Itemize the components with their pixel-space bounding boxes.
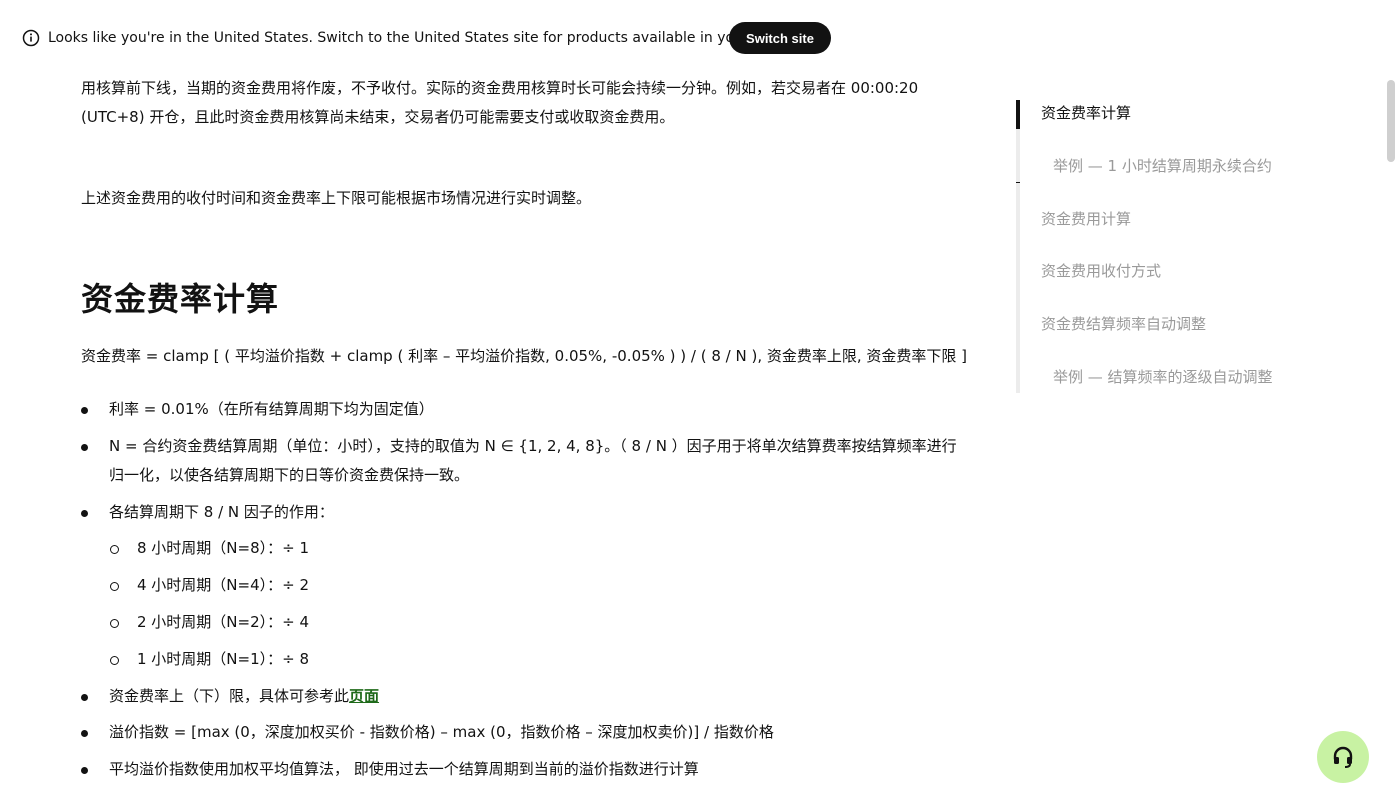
headset-icon [1333, 746, 1353, 768]
toc-item-example-1h[interactable]: 举例 — 1 小时结算周期永续合约 [1053, 153, 1272, 179]
table-of-contents: 资金费率计算 举例 — 1 小时结算周期永续合约 资金费用计算 资金费用收付方式… [1016, 100, 1316, 393]
list-item-text: 资金费率上（下）限，具体可参考此 [109, 687, 350, 705]
funding-rate-formula: 资金费率 = clamp [ ( 平均溢价指数 + clamp ( 利率 – 平… [81, 347, 968, 365]
list-item-factor: 各结算周期下 8 / N 因子的作用： [81, 498, 989, 527]
info-icon [22, 29, 40, 47]
toc-item-funding-fee-calc[interactable]: 资金费用计算 [1041, 206, 1131, 232]
section-heading: 资金费率计算 [81, 280, 280, 318]
rate-cap-page-link[interactable]: 页面 [349, 687, 379, 705]
paragraph-line: 用核算前下线，当期的资金费用将作废，不予收付。实际的资金费用核算时长可能会持续一… [81, 79, 919, 97]
paragraph-line: (UTC+8) 开仓，且此时资金费用核算尚未结束，交易者仍可能需要支付或收取资金… [81, 108, 675, 126]
region-banner: Looks like you're in the United States. … [0, 0, 1400, 76]
paragraph-settlement: 用核算前下线，当期的资金费用将作废，不予收付。实际的资金费用核算时长可能会持续一… [81, 74, 986, 132]
list-item-interest: 利率 = 0.01%（在所有结算周期下均为固定值） [81, 395, 989, 424]
list-item-average-premium: 平均溢价指数使用加权平均值算法， 即使用过去一个结算周期到当前的溢价指数进行计算 [81, 755, 989, 784]
sub-list-item: 1 小时周期（N=1）：÷ 8 [110, 645, 957, 674]
page-scrollbar[interactable] [1387, 80, 1395, 162]
list-item-rate-cap: 资金费率上（下）限，具体可参考此页面 [81, 682, 989, 711]
banner-message: Looks like you're in the United States. … [48, 30, 802, 46]
support-button[interactable] [1317, 731, 1369, 783]
list-item-n-definition: N = 合约资金费结算周期（单位：小时），支持的取值为 N ∈ {1, 2, 4… [81, 432, 989, 490]
toc-divider [1016, 182, 1020, 183]
sub-list-item: 8 小时周期（N=8）：÷ 1 [110, 534, 957, 563]
sub-list-item: 2 小时周期（N=2）：÷ 4 [110, 608, 957, 637]
list-item-premium-index: 溢价指数 = [max (0，深度加权买价 - 指数价格) – max (0，指… [81, 718, 989, 747]
toc-item-payment-method[interactable]: 资金费用收付方式 [1041, 258, 1161, 284]
list-item-line: N = 合约资金费结算周期（单位：小时），支持的取值为 N ∈ {1, 2, 4… [109, 437, 957, 455]
toc-item-funding-rate-calc[interactable]: 资金费率计算 [1041, 100, 1131, 126]
list-item-line: 归一化，以使各结算周期下的日等价资金费保持一致。 [109, 466, 470, 484]
switch-site-button[interactable]: Switch site [729, 22, 831, 54]
toc-item-example-stepwise[interactable]: 举例 — 结算频率的逐级自动调整 [1053, 364, 1273, 390]
toc-item-auto-frequency[interactable]: 资金费结算频率自动调整 [1041, 311, 1206, 337]
toc-active-indicator [1016, 100, 1020, 129]
toc-rail [1016, 100, 1020, 393]
sub-list-item: 4 小时周期（N=4）：÷ 2 [110, 571, 957, 600]
paragraph-adjustment: 上述资金费用的收付时间和资金费率上下限可能根据市场情况进行实时调整。 [81, 189, 592, 207]
